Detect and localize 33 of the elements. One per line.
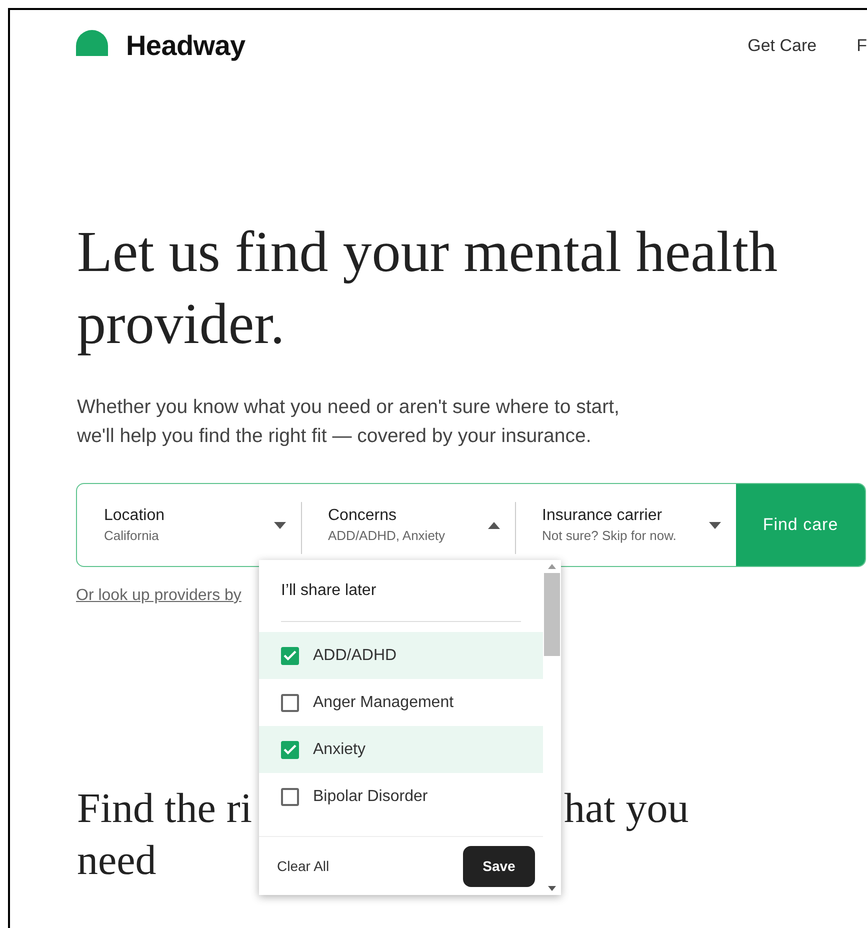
concern-option[interactable]: Bipolar Disorder [259,773,543,820]
checkbox[interactable] [281,646,299,664]
checkbox[interactable] [281,788,299,806]
hero-subtitle: Whether you know what you need or aren't sure where to start, we'll help you find the right fit — covered by your insurance. [77,395,620,449]
save-button[interactable]: Save [463,846,535,886]
option-label: ADD/ADHD [313,646,397,664]
checkbox[interactable] [281,694,299,712]
scroll-up-icon[interactable] [548,564,556,569]
section-heading: Find the ri [77,785,253,834]
logo-icon [76,30,108,56]
section-heading: need [77,838,156,884]
checkbox[interactable] [281,740,299,758]
concern-option[interactable]: Anger Management [259,679,543,726]
hero-title: Let us find your mental health provider. [77,218,779,358]
field-value: California [104,528,160,543]
field-label: Insurance carrier [542,507,664,525]
scroll-down-icon[interactable] [548,886,556,891]
field-value: Not sure? Skip for now. [542,528,678,543]
lookup-link[interactable]: Or look up providers by [76,587,242,605]
nav-link[interactable]: F [856,36,867,56]
option-label: Bipolar Disorder [313,788,428,806]
option-label: Anxiety [313,740,366,758]
field-label: Location [104,507,166,525]
option-label: Anger Management [313,694,454,712]
nav-link[interactable]: Get Care [748,36,817,56]
field-label: Concerns [328,507,398,525]
field-value: ADD/ADHD, Anxiety [328,528,446,543]
brand-name: Headway [126,30,246,62]
section-heading: hat you [564,785,689,834]
concern-option[interactable]: Anxiety [259,726,543,773]
scroll-thumb[interactable] [544,573,560,656]
concern-option[interactable]: ADD/ADHD [259,632,543,679]
clear-all-link[interactable]: Clear All [277,858,330,874]
